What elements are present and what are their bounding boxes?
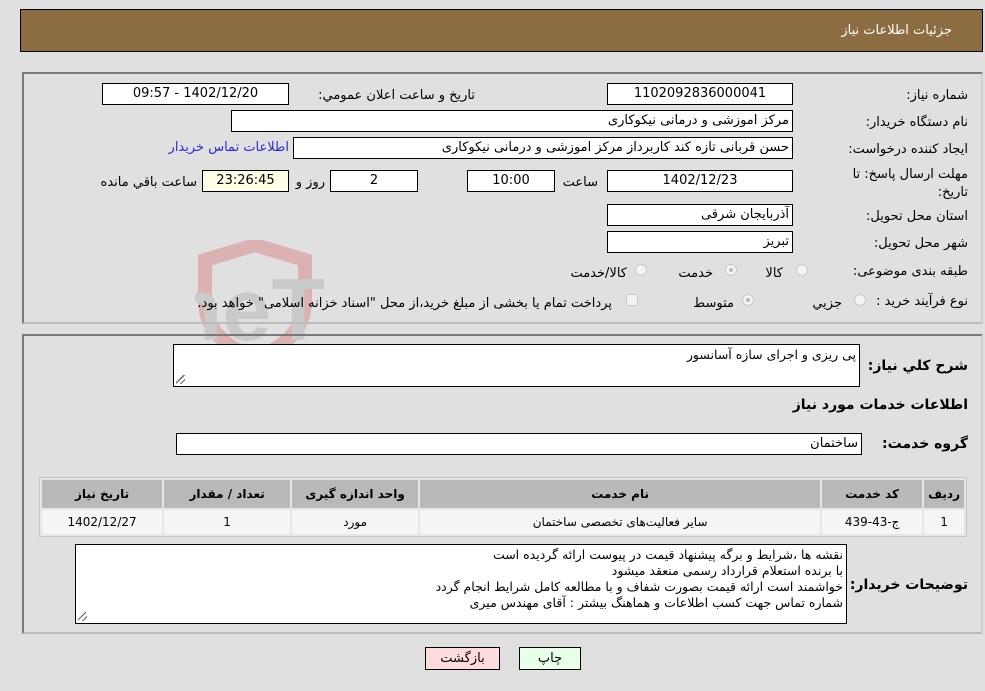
col-service-name: نام خدمت [420, 480, 821, 508]
summary-label: شرح کلي نیاز: [867, 358, 968, 374]
table-header-row: ردیف کد خدمت نام خدمت واحد اندازه گیری ت… [42, 480, 964, 508]
province-label: استان محل تحویل: [866, 209, 968, 224]
back-button[interactable]: بازگشت [425, 647, 500, 670]
buyer-notes-label: توضیحات خریدار: [849, 577, 968, 593]
buyer-note-line: شماره تماس جهت کسب اطلاعات و هماهنگ بیشت… [469, 595, 843, 610]
creator-label: ایجاد کننده درخواست: [848, 142, 968, 157]
deadline-date-field: 1402/12/23 [607, 170, 793, 192]
cell-unit: مورد [292, 510, 419, 534]
col-need-date: تاریخ نیاز [42, 480, 163, 508]
col-unit: واحد اندازه گیری [292, 480, 419, 508]
col-quantity: تعداد / مقدار [164, 480, 291, 508]
page-title: جزئیات اطلاعات نیاز [841, 23, 952, 38]
buyer-note-line: با برنده استعلام قرارداد رسمی منعقد میشو… [611, 563, 843, 578]
province-field: آذربایجان شرقی [607, 204, 793, 226]
col-row-number: ردیف [924, 480, 964, 508]
buyer-notes-textarea[interactable]: نقشه ها ،شرایط و برگه پیشنهاد قیمت در پی… [75, 544, 847, 624]
treasury-note: پرداخت تمام یا بخشی از مبلغ خرید،از محل … [197, 296, 612, 311]
need-number-field: 1102092836000041 [607, 83, 793, 105]
cell-service-code: ج-43-439 [822, 510, 923, 534]
print-button[interactable]: چاپ [519, 647, 581, 670]
category-radio-goods-service[interactable] [635, 264, 647, 276]
service-group-field: ساختمان [176, 433, 862, 455]
services-table: ردیف کد خدمت نام خدمت واحد اندازه گیری ت… [39, 477, 967, 537]
city-label: شهر محل تحویل: [873, 236, 968, 251]
treasury-checkbox[interactable] [626, 294, 638, 306]
deadline-label: مهلت ارسال پاسخ: تا تاریخ: [852, 167, 968, 200]
buyer-note-line: نقشه ها ،شرایط و برگه پیشنهاد قیمت در پی… [492, 547, 843, 562]
resize-handle-icon[interactable] [78, 612, 87, 621]
cell-service-name: سایر فعالیت‌های تخصصی ساختمان [420, 510, 821, 534]
cell-quantity: 1 [164, 510, 291, 534]
table-row: 1 ج-43-439 سایر فعالیت‌های تخصصی ساختمان… [42, 510, 964, 534]
service-group-label: گروه خدمت: [882, 436, 968, 452]
services-section-title: اطلاعات خدمات مورد نیاز [792, 397, 968, 413]
col-service-code: کد خدمت [822, 480, 923, 508]
resize-handle-icon[interactable] [176, 375, 185, 384]
process-radio-medium[interactable] [742, 294, 754, 306]
time-remaining-field: 23:26:45 [202, 170, 289, 192]
summary-text: پی ریزی و اجرای سازه آسانسور [686, 347, 856, 362]
announce-label: تاریخ و ساعت اعلان عمومي: [318, 88, 475, 103]
process-type-label: نوع فرآیند خرید : [876, 294, 968, 309]
cell-row-number: 1 [924, 510, 964, 534]
category-goods-label: کالا [765, 266, 783, 281]
process-radio-minor[interactable] [854, 294, 866, 306]
buyer-note-line: خواشمند است ارائه قیمت بصورت شفاف و با م… [435, 579, 843, 594]
days-remaining-field: 2 [330, 170, 418, 192]
page-header: جزئیات اطلاعات نیاز [20, 9, 983, 52]
time-remaining-label: ساعت باقي مانده [100, 175, 197, 190]
buyer-org-field: مرکز اموزشی و درمانی نیکوکاری [231, 110, 793, 132]
creator-field: حسن قربانی تازه کند کاربرداز مرکز اموزشی… [293, 137, 793, 159]
category-service-label: خدمت [678, 266, 713, 281]
category-goods-service-label: کالا/خدمت [570, 266, 627, 281]
buyer-org-label: نام دستگاه خریدار: [865, 115, 968, 130]
days-label: روز و [295, 175, 325, 190]
deadline-time-label: ساعت [562, 175, 598, 190]
announce-datetime-field: 1402/12/20 - 09:57 [102, 83, 289, 105]
city-field: تبریز [607, 231, 793, 253]
summary-textarea[interactable]: پی ریزی و اجرای سازه آسانسور [173, 344, 860, 387]
deadline-time-field: 10:00 [467, 170, 555, 192]
category-radio-service[interactable] [725, 264, 737, 276]
category-label: طبقه بندی موضوعی: [852, 264, 968, 279]
category-radio-goods[interactable] [796, 264, 808, 276]
process-minor-label: جزيي [812, 296, 842, 311]
cell-need-date: 1402/12/27 [42, 510, 163, 534]
need-number-label: شماره نیاز: [906, 88, 968, 103]
buyer-contact-link[interactable]: اطلاعات تماس خریدار [169, 140, 289, 155]
process-medium-label: متوسط [693, 296, 734, 311]
